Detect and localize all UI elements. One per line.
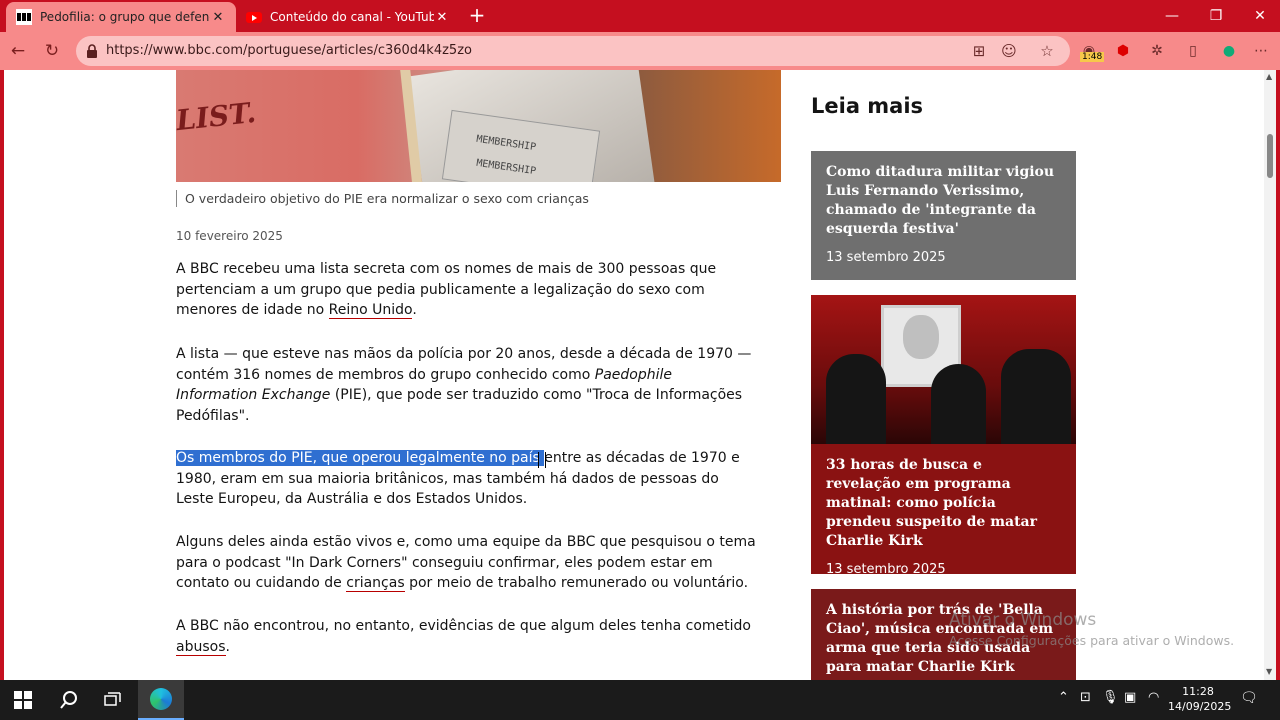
extension-shield-icon[interactable]: ⬢ xyxy=(1112,40,1134,62)
clock-time: 11:28 xyxy=(1182,685,1214,698)
card-image xyxy=(811,295,1076,444)
close-window-button[interactable]: ✕ xyxy=(1238,0,1280,32)
read-more-heading: Leia mais xyxy=(811,94,924,118)
bbc-favicon-icon xyxy=(16,9,32,25)
card-title[interactable]: 33 horas de busca e revelação em program… xyxy=(811,456,1076,551)
edge-logo-icon xyxy=(150,688,172,710)
article-hero-image: LIST. MEMBERSHIP MEMBERSHIP xyxy=(176,70,781,182)
profile-avatar-icon[interactable]: ● xyxy=(1218,40,1240,62)
scrollbar-thumb[interactable] xyxy=(1267,134,1273,178)
paragraph-text: por meio de trabalho remunerado ou volun… xyxy=(404,575,749,591)
card-title[interactable]: Como ditadura militar vigiou Luis Fernan… xyxy=(811,163,1076,239)
paragraph-3: Os membros do PIE, que operou legalmente… xyxy=(176,448,756,510)
clock-date: 14/09/2025 xyxy=(1168,700,1232,713)
minimize-button[interactable]: — xyxy=(1150,0,1194,32)
close-tab-icon[interactable]: ✕ xyxy=(434,10,450,25)
tab-bbc-article[interactable]: Pedofilia: o grupo que defendia s ✕ xyxy=(6,2,236,32)
tab-bar: Pedofilia: o grupo que defendia s ✕ Cont… xyxy=(0,0,1280,32)
browser-toolbar: ← ↻ https://www.bbc.com/portuguese/artic… xyxy=(0,32,1280,70)
paragraph-1: A BBC recebeu uma lista secreta com os n… xyxy=(176,259,756,321)
extensions-puzzle-icon[interactable]: ✲ xyxy=(1146,40,1168,62)
related-article-card[interactable]: Como ditadura militar vigiou Luis Fernan… xyxy=(811,151,1076,280)
paragraph-text: A BBC recebeu uma lista secreta com os n… xyxy=(176,261,717,318)
wifi-icon[interactable]: ◠ xyxy=(1148,690,1159,705)
text-cursor-icon xyxy=(538,452,546,468)
image-caption: O verdadeiro objetivo do PIE era normali… xyxy=(176,190,589,207)
windows-taskbar: ⌃ ⊡ 🎙 ▣ ◠ 11:28 14/09/2025 🗨 xyxy=(0,680,1280,720)
link-criancas[interactable]: crianças xyxy=(346,575,405,592)
search-icon xyxy=(60,691,77,709)
card-date: 13 setembro 2025 xyxy=(826,250,946,265)
web-page: LIST. MEMBERSHIP MEMBERSHIP O verdadeiro… xyxy=(4,70,1264,680)
vertical-scrollbar[interactable]: ▲ ▼ xyxy=(1264,70,1276,680)
meet-now-icon[interactable]: ⊡ xyxy=(1080,690,1091,705)
edge-taskbar-button[interactable] xyxy=(138,680,184,720)
taskbar-clock[interactable]: 11:28 14/09/2025 xyxy=(1168,684,1232,714)
notification-icon[interactable]: 🗨 xyxy=(1240,690,1258,706)
paragraph-4: Alguns deles ainda estão vivos e, como u… xyxy=(176,532,756,594)
windows-logo-icon xyxy=(14,691,32,709)
new-tab-button[interactable]: + xyxy=(466,4,488,26)
address-bar[interactable]: https://www.bbc.com/portuguese/articles/… xyxy=(76,36,1070,66)
selected-text[interactable]: Os membros do PIE, que operou legalmente… xyxy=(176,450,545,466)
paragraph-5: A BBC não encontrou, no entanto, evidênc… xyxy=(176,616,756,657)
tab-title: Pedofilia: o grupo que defendia s xyxy=(40,10,210,24)
microphone-icon[interactable]: 🎙 xyxy=(1102,690,1119,705)
scroll-down-icon[interactable]: ▼ xyxy=(1266,667,1272,676)
youtube-favicon-icon xyxy=(246,9,262,25)
paragraph-text: . xyxy=(412,302,417,318)
restore-button[interactable]: ❐ xyxy=(1194,0,1238,32)
link-reino-unido[interactable]: Reino Unido xyxy=(328,302,413,319)
search-button[interactable] xyxy=(46,680,92,720)
extension-badge: 1:48 xyxy=(1080,52,1105,62)
related-article-card[interactable]: 33 horas de busca e revelação em program… xyxy=(811,295,1076,577)
tab-youtube-studio[interactable]: Conteúdo do canal - YouTube Stu ✕ xyxy=(236,2,460,32)
refresh-button[interactable]: ↻ xyxy=(38,38,66,64)
tab-title: Conteúdo do canal - YouTube Stu xyxy=(270,10,434,24)
start-button[interactable] xyxy=(0,680,46,720)
link-abusos[interactable]: abusos xyxy=(176,638,226,656)
camera-icon[interactable]: ▣ xyxy=(1124,690,1136,705)
tray-expand-icon[interactable]: ⌃ xyxy=(1058,690,1069,705)
back-button[interactable]: ← xyxy=(4,38,32,64)
task-view-button[interactable] xyxy=(90,680,136,720)
article-date: 10 fevereiro 2025 xyxy=(176,229,283,243)
scroll-up-icon[interactable]: ▲ xyxy=(1266,72,1272,81)
more-menu-icon[interactable]: ⋯ xyxy=(1250,40,1272,62)
lock-icon xyxy=(87,44,97,58)
hero-list-text: LIST. xyxy=(176,95,258,138)
reading-mode-icon[interactable]: ☺ xyxy=(998,41,1020,61)
task-view-icon xyxy=(104,692,121,706)
favorite-star-icon[interactable]: ☆ xyxy=(1036,41,1058,61)
windows-activation-text: Acesse Configurações para ativar o Windo… xyxy=(949,633,1235,648)
app-available-icon[interactable]: ⊞ xyxy=(968,41,990,61)
split-screen-icon[interactable]: ▯ xyxy=(1182,40,1204,62)
windows-activation-title: Ativar o Windows xyxy=(949,610,1097,630)
paragraph-2: A lista — que esteve nas mãos da polícia… xyxy=(176,344,756,426)
close-tab-icon[interactable]: ✕ xyxy=(210,10,226,25)
paragraph-text: . xyxy=(225,638,230,655)
card-date: 13 setembro 2025 xyxy=(826,562,946,577)
paragraph-text: A BBC não encontrou, no entanto, evidênc… xyxy=(176,618,751,634)
url-text: https://www.bbc.com/portuguese/articles/… xyxy=(106,43,472,58)
